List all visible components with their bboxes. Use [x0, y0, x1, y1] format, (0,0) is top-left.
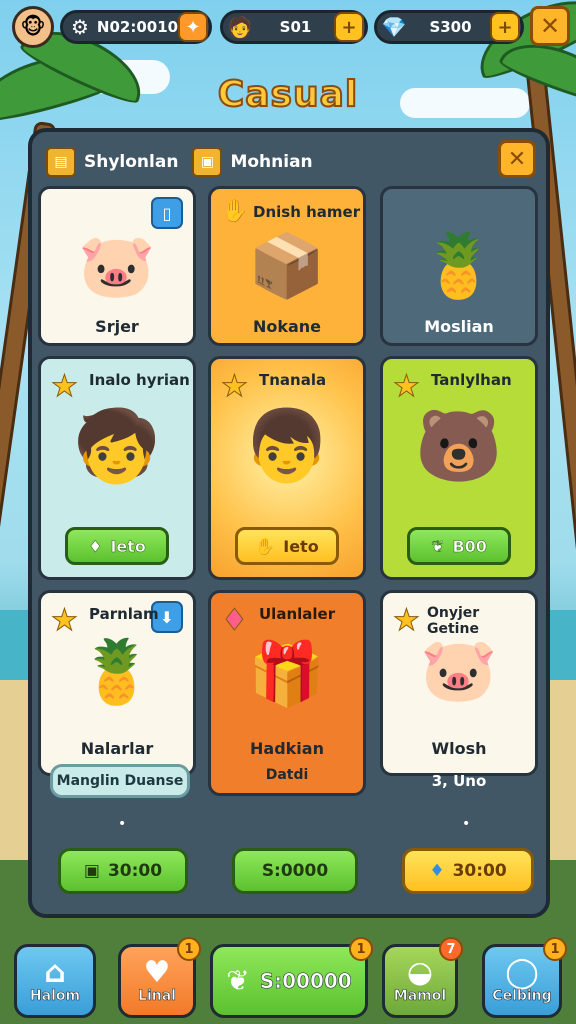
card-title: Ulanlaler: [259, 605, 336, 623]
ring-icon: ◯: [505, 955, 539, 990]
player-avatar[interactable]: 🐵: [12, 6, 54, 48]
resource-value: S300: [429, 18, 472, 36]
button-label: Ieto: [283, 536, 319, 556]
card-label: Wlosh: [431, 739, 487, 758]
bear-character-icon: 🐻: [415, 405, 503, 487]
crate-character-icon: 📦: [248, 229, 326, 302]
add-gem-button[interactable]: +: [490, 12, 520, 42]
page-dot: •: [118, 816, 127, 832]
card-title: Inalo hyrian: [89, 371, 190, 389]
resource-value: N02:0010: [96, 18, 179, 36]
shop-card[interactable]: ★ Tnanala 👦 ✋ Ieto: [208, 356, 366, 580]
top-bar: 🐵 ⚙ N02:0010 ✦ 🧑 S01 + 💎 S300 + ✕: [8, 6, 570, 48]
leaf-icon: ❦: [226, 964, 250, 997]
page-dot: •: [462, 816, 471, 832]
price-button[interactable]: ▣ 30:00: [58, 848, 188, 894]
buy-button[interactable]: ✋ Ieto: [235, 527, 339, 565]
gem-icon: ♦: [88, 536, 103, 556]
card-label: Srjer: [95, 317, 139, 336]
price-button[interactable]: ♦ 30:00: [402, 848, 534, 894]
price-label: S:0000: [261, 861, 329, 881]
tab-mohnian[interactable]: Mohnian: [230, 152, 312, 172]
card-title: Tanlylhan: [431, 371, 512, 389]
buy-button[interactable]: ❦ B00: [407, 527, 511, 565]
chest-icon: ▣: [192, 147, 223, 177]
chest-icon: ▤: [46, 147, 76, 177]
info-icon[interactable]: ▯: [151, 197, 183, 229]
price-label: 30:00: [452, 861, 507, 881]
card-title: Tnanala: [259, 371, 327, 389]
gift-box-icon: 🎁: [248, 637, 326, 710]
heart-icon: ♥: [143, 955, 171, 990]
shop-card[interactable]: ★ Inalo hyrian 🧒 ♦ Ieto: [38, 356, 196, 580]
bowl-icon: ◒: [406, 955, 434, 990]
pineapple-character-icon: 🍍: [420, 229, 498, 302]
panel-tabs: ▤ Shylonlan ▣ Mohnian: [46, 142, 313, 182]
shop-card[interactable]: ▯ 🐷 Srjer: [38, 186, 196, 346]
notification-badge: 1: [177, 937, 201, 961]
card-label: Moslian: [424, 317, 494, 336]
notification-badge: 1: [349, 937, 373, 961]
card-extra-label: 3, Uno: [431, 772, 487, 790]
nav-linal[interactable]: 1 ♥ Linal: [118, 937, 201, 1018]
hand-icon: ✋: [255, 536, 276, 556]
resource-counter-gear: ⚙ N02:0010 ✦: [60, 10, 212, 44]
pineapple-gold-icon: 🍍: [78, 635, 156, 708]
price-button[interactable]: S:0000: [232, 848, 358, 894]
shop-card[interactable]: ♦ Ulanlaler 🎁 Hadkian Datdi: [208, 590, 366, 796]
card-sublabel: Datdi: [265, 767, 309, 783]
resource-value: S01: [279, 18, 312, 36]
nav-home[interactable]: ⌂ Halom: [14, 944, 96, 1018]
card-label: Nokane: [252, 317, 322, 336]
shop-card[interactable]: ★ Tanlylhan 🐻 ❦ B00: [380, 356, 538, 580]
shop-card[interactable]: ✋ Dnish hamer 📦 Nokane: [208, 186, 366, 346]
notification-badge: 7: [439, 937, 463, 961]
nav-label: S:00000: [259, 969, 352, 994]
shop-card[interactable]: ★ Onyjer Getine 🐷 Wlosh: [380, 590, 538, 776]
tab-shylonlan[interactable]: Shylonlan: [84, 152, 178, 172]
add-coin-button[interactable]: +: [334, 12, 364, 42]
card-label: Hadkian: [250, 739, 324, 758]
page-title: Casual: [217, 73, 359, 116]
shop-card[interactable]: ★ ⬇ Parnlam 🍍 Nalarlar: [38, 590, 196, 776]
close-icon[interactable]: ✕: [530, 6, 570, 46]
resource-counter-coin: 🧑 S01 +: [220, 10, 368, 44]
card-title: Dnish hamer: [253, 203, 361, 221]
boy-character-icon: 👦: [243, 405, 331, 487]
gem-icon: ♦: [429, 861, 445, 881]
notification-badge: 1: [543, 937, 567, 961]
home-icon: ⌂: [44, 955, 66, 990]
price-label: 30:00: [107, 861, 163, 881]
nav-label: Mamol: [393, 988, 447, 1005]
card-label: Nalarlar: [80, 739, 154, 758]
nav-mamol[interactable]: 7 ◒ Mamol: [382, 937, 463, 1018]
nav-label: Celbing: [492, 988, 552, 1005]
coin-icon: 🧑: [227, 15, 253, 39]
pig-character-icon: 🐷: [78, 229, 156, 302]
gold-block-icon: ▣: [83, 861, 100, 881]
nav-label: Linal: [138, 988, 177, 1005]
nav-celbing[interactable]: 1 ◯ Celbing: [482, 937, 567, 1018]
offer-ribbon: Manglin Duanse: [50, 764, 190, 798]
resource-counter-gem: 💎 S300 +: [374, 10, 524, 44]
nav-center-currency[interactable]: 1 ❦ S:00000: [210, 937, 373, 1018]
gear-icon: ⚙: [70, 15, 89, 39]
button-label: Ieto: [110, 536, 146, 556]
buy-button[interactable]: ♦ Ieto: [65, 527, 169, 565]
pig-character-icon: 🐷: [420, 633, 498, 706]
nav-label: Halom: [29, 988, 81, 1005]
shop-card[interactable]: 🍍 Moslian: [380, 186, 538, 346]
close-icon[interactable]: ✕: [498, 140, 536, 178]
leaf-icon: ❦: [431, 536, 445, 556]
card-title: Parnlam: [89, 605, 159, 623]
boy-character-icon: 🧒: [73, 405, 161, 487]
button-label: B00: [452, 536, 487, 556]
add-gear-button[interactable]: ✦: [178, 12, 208, 42]
gem-icon: 💎: [381, 15, 407, 39]
